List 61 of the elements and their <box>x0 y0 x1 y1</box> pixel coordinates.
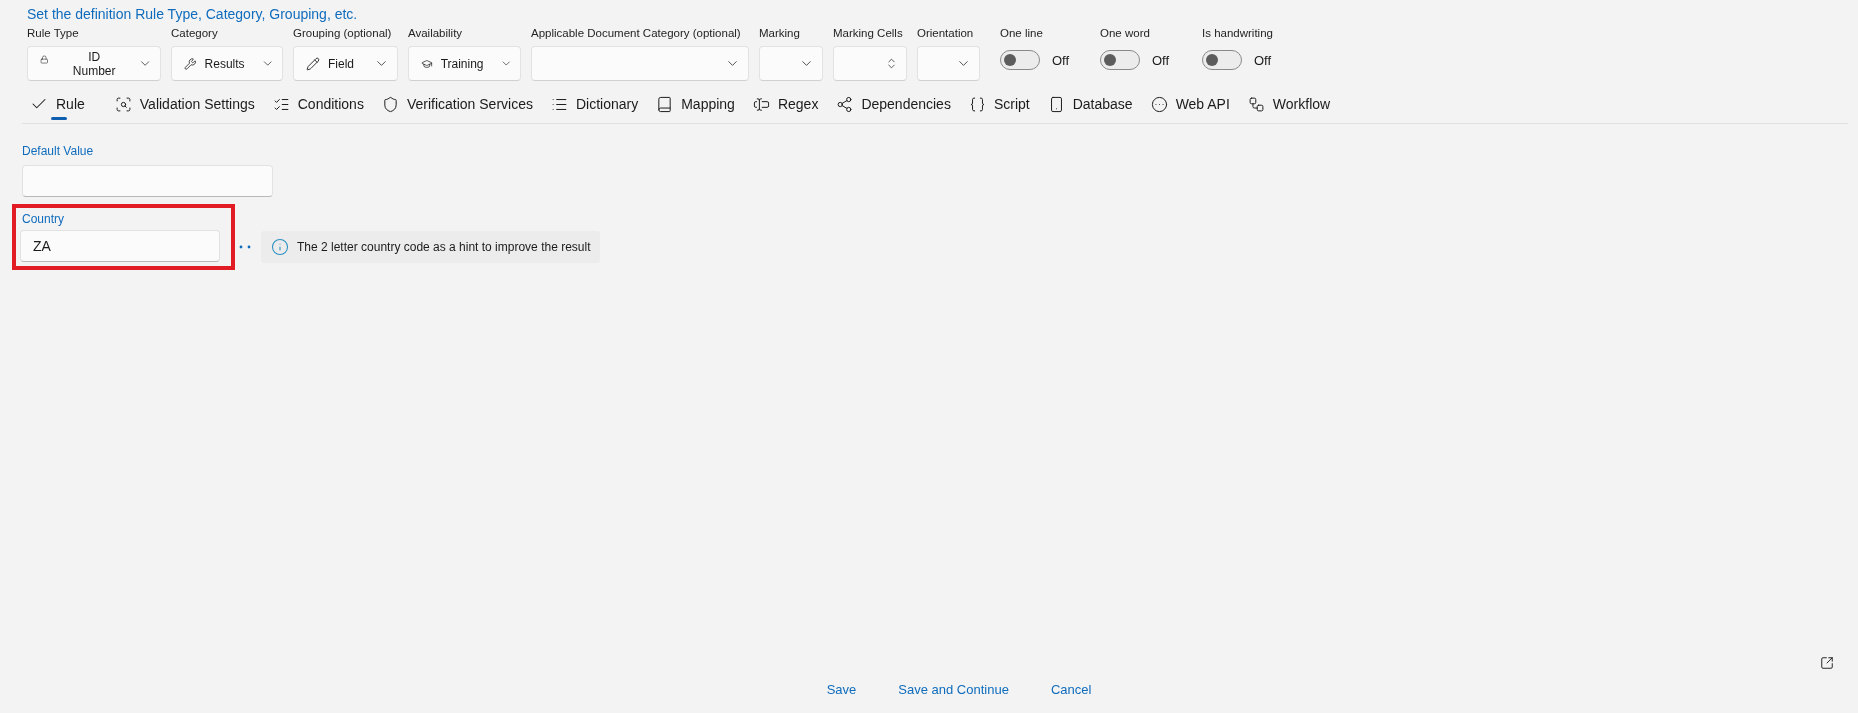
field-label: Availability <box>408 26 464 40</box>
tab[interactable]: Verification Services <box>373 89 543 123</box>
share-nodes-icon <box>836 95 854 113</box>
toggle-switch[interactable] <box>1202 50 1242 70</box>
pencil-icon <box>306 56 320 71</box>
tab[interactable]: Database <box>1039 89 1143 123</box>
dots-circle-icon <box>1150 95 1168 113</box>
hint-text: The 2 letter country code as a hint to improve the result <box>297 240 591 254</box>
tab[interactable]: Validation Settings <box>106 89 265 123</box>
country-field[interactable]: ZA <box>20 230 220 262</box>
info-icon <box>271 238 289 256</box>
dropdown[interactable] <box>917 46 980 81</box>
toggle-switch[interactable] <box>1100 50 1140 70</box>
field-label: Applicable Document Category (optional) <box>531 26 742 40</box>
toggle-state: Off <box>1152 52 1170 68</box>
tab[interactable]: Script <box>960 89 1040 123</box>
dropdown[interactable]: ID Number <box>27 46 161 81</box>
selected-tab-indicator <box>51 117 67 120</box>
tab[interactable]: Conditions <box>264 89 374 123</box>
field-label: Marking <box>759 26 801 40</box>
toggle-switch[interactable] <box>1000 50 1040 70</box>
tab[interactable]: Mapping <box>648 89 745 123</box>
toggle-state: Off <box>1052 52 1070 68</box>
toggle-label: One word <box>1100 26 1151 40</box>
default-value-field[interactable] <box>22 165 273 197</box>
field-label: Category <box>171 26 219 40</box>
toggle-label: Is handwriting <box>1202 26 1274 40</box>
text-cursor-icon <box>752 95 770 113</box>
book-icon <box>656 95 674 113</box>
tab[interactable]: Workflow <box>1239 89 1341 123</box>
shield-icon <box>381 95 399 113</box>
number-spinner[interactable] <box>833 46 907 81</box>
field-label: Rule Type <box>27 26 80 40</box>
tab[interactable]: Regex <box>744 89 829 123</box>
field-label: Grouping (optional) <box>293 26 393 40</box>
section-heading: Set the definition Rule Type, Category, Grouping, etc. <box>27 6 359 22</box>
dropdown[interactable]: Field <box>293 46 398 81</box>
wrench-icon <box>184 56 197 71</box>
dots-icon <box>239 245 251 249</box>
toggle-label: One line <box>1000 26 1044 40</box>
footer-button[interactable]: Cancel <box>1050 678 1092 701</box>
field-label: Default Value <box>22 144 95 158</box>
workflow-icon <box>1247 95 1265 113</box>
dropdown[interactable] <box>759 46 823 81</box>
dropdown[interactable] <box>531 46 749 81</box>
dropdown[interactable]: Results <box>171 46 283 81</box>
braces-icon <box>968 95 986 113</box>
tab[interactable]: Dictionary <box>542 89 649 123</box>
up-down-chevron-icon <box>885 57 898 70</box>
footer-button[interactable]: Save <box>826 678 857 701</box>
lock-icon <box>40 55 49 64</box>
toggle-state: Off <box>1254 52 1272 68</box>
field-label: Country <box>22 212 66 226</box>
footer-button[interactable]: Save and Continue <box>898 678 1009 701</box>
field-label: Marking Cells <box>833 26 904 40</box>
pop-out-icon[interactable] <box>1820 656 1834 670</box>
tab[interactable]: Web API <box>1142 89 1240 123</box>
field-label: Orientation <box>917 26 975 40</box>
tab[interactable]: Rule <box>22 89 107 123</box>
dropdown[interactable]: Training <box>408 46 521 81</box>
tab[interactable]: Dependencies <box>828 89 961 123</box>
